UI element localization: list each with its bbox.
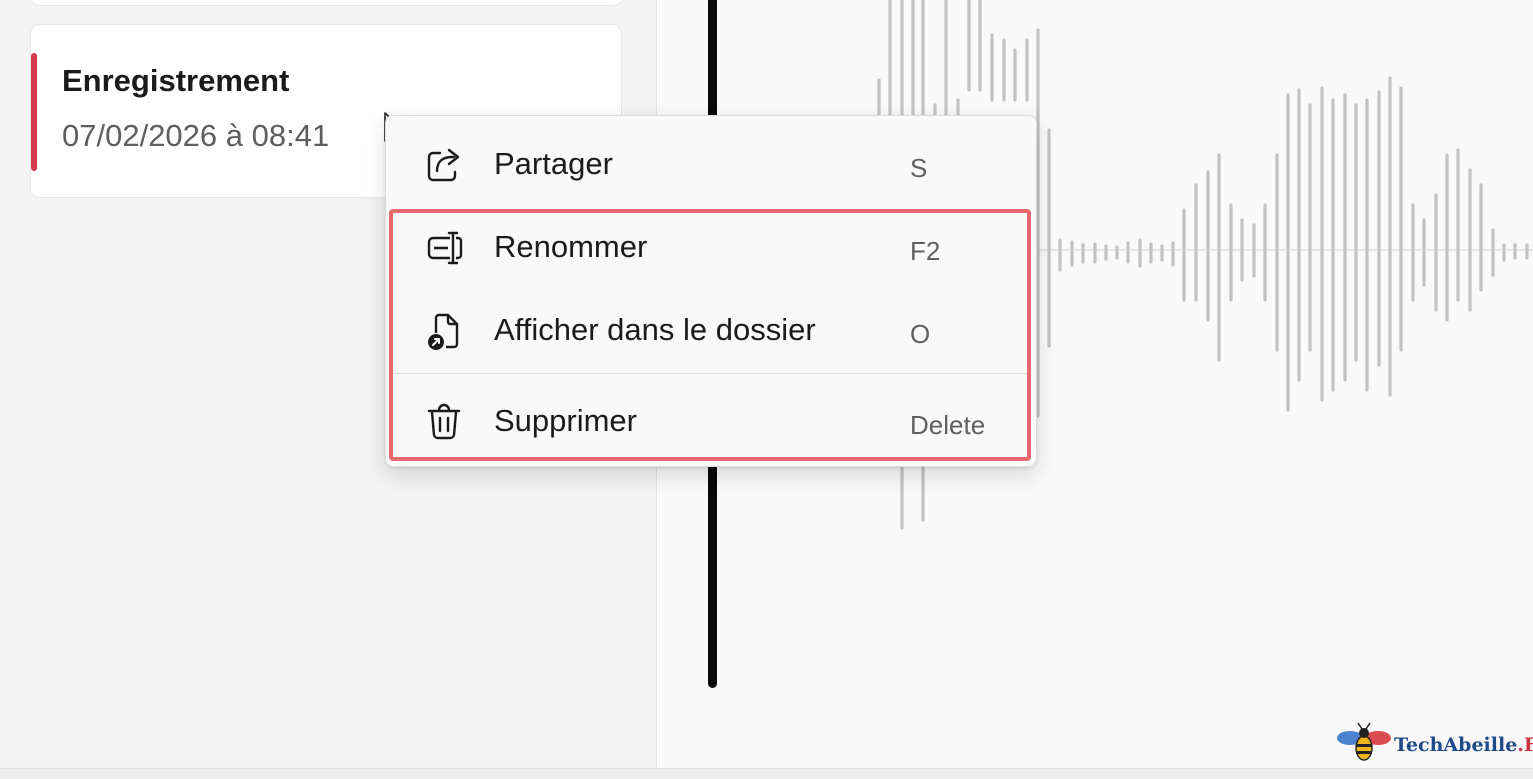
menu-item-label: Afficher dans le dossier [494,312,816,347]
menu-item-shortcut: O [910,319,931,349]
open-file-location-icon [428,313,459,350]
trash-icon [427,403,461,440]
menu-item-shortcut: S [910,153,928,183]
share-icon [427,148,460,182]
rename-icon [427,231,463,265]
menu-item-label: Partager [494,146,613,181]
menu-item-shortcut: F2 [910,236,941,266]
menu-item-delete[interactable]: Supprimer Delete [386,386,1036,456]
menu-item-shortcut: Delete [910,410,986,440]
menu-item-share[interactable]: Partager S [386,129,1036,199]
bottom-bar [0,768,1533,779]
context-menu: Partager S Renommer F2 Afficher dans le … [385,115,1037,467]
menu-item-label: Supprimer [494,403,637,438]
menu-item-label: Renommer [494,229,648,264]
techabeille-logo: TechAbeille.FR [1336,722,1533,768]
menu-separator [394,373,1028,374]
bee-icon [1337,722,1391,761]
logo-text: TechAbeille.FR [1394,734,1533,756]
menu-item-show-in-folder[interactable]: Afficher dans le dossier O [386,295,1036,365]
menu-item-rename[interactable]: Renommer F2 [386,212,1036,282]
